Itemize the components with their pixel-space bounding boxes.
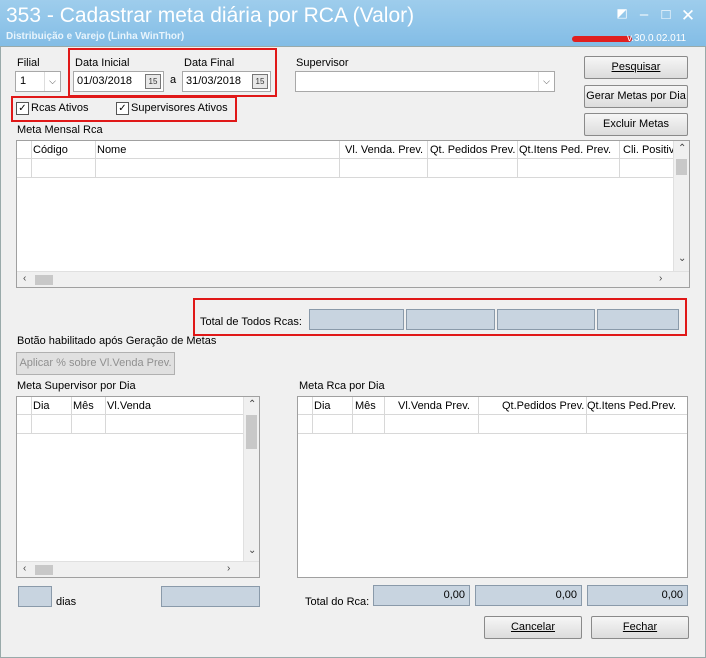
horizontal-scrollbar[interactable]: ‹ › bbox=[17, 271, 689, 287]
supervisores-ativos-checkbox[interactable]: ✓ bbox=[116, 102, 129, 115]
supervisor-label: Supervisor bbox=[296, 57, 349, 69]
cancelar-label: Cancelar bbox=[510, 621, 556, 633]
supervisor-select[interactable]: ⌵ bbox=[295, 71, 555, 92]
col-qt-itens[interactable]: Qt.Itens Ped. Prev. bbox=[519, 144, 617, 156]
total-rca-label: Total do Rca: bbox=[305, 596, 370, 608]
col-qt-pedidos[interactable]: Qt. Pedidos Prev. bbox=[430, 144, 516, 156]
horizontal-scrollbar[interactable]: ‹ › bbox=[17, 561, 259, 577]
scroll-thumb[interactable] bbox=[35, 275, 53, 285]
scroll-down-icon[interactable]: ⌄ bbox=[248, 545, 256, 556]
data-inicial-value: 01/03/2018 bbox=[77, 75, 133, 87]
col-vl-venda[interactable]: Vl.Venda Prev. bbox=[398, 400, 470, 412]
gerar-metas-button[interactable]: Gerar Metas por Dia bbox=[584, 85, 688, 108]
minimize-icon[interactable]: – bbox=[634, 6, 654, 23]
excluir-metas-button[interactable]: Excluir Metas bbox=[584, 113, 688, 136]
scroll-up-icon[interactable]: ⌃ bbox=[678, 143, 686, 154]
gerar-label: Gerar Metas por Dia bbox=[586, 90, 686, 102]
aplicar-percent-button[interactable]: Aplicar % sobre Vl.Venda Prev. bbox=[16, 352, 175, 375]
total-rca-value: 0,00 bbox=[443, 589, 465, 601]
aplicar-label: Aplicar % sobre Vl.Venda Prev. bbox=[19, 357, 172, 369]
filial-value: 1 bbox=[20, 75, 27, 87]
scroll-thumb[interactable] bbox=[35, 565, 53, 575]
meta-rca-grid[interactable]: Dia Mês Vl.Venda Prev. Qt.Pedidos Prev. … bbox=[297, 396, 688, 578]
grid-header: Código Nome Vl. Venda. Prev. Qt. Pedidos… bbox=[17, 141, 673, 159]
vertical-scrollbar[interactable]: ⌃ ⌄ bbox=[243, 397, 259, 561]
sup-total-field bbox=[161, 586, 260, 607]
total-field bbox=[309, 309, 404, 330]
grid-header: Dia Mês Vl.Venda bbox=[17, 397, 243, 415]
rcas-ativos-label: Rcas Ativos bbox=[31, 102, 89, 114]
dias-label: dias bbox=[56, 596, 77, 608]
chevron-down-icon: ⌵ bbox=[44, 72, 60, 91]
grid-header: Dia Mês Vl.Venda Prev. Qt.Pedidos Prev. … bbox=[298, 397, 687, 415]
total-todos-label: Total de Todos Rcas: bbox=[200, 316, 302, 328]
maximize-icon[interactable]: □ bbox=[656, 6, 676, 23]
data-final-label: Data Final bbox=[184, 57, 235, 69]
col-cli-positiv[interactable]: Cli. Positiv bbox=[623, 144, 673, 156]
scroll-up-icon[interactable]: ⌃ bbox=[248, 399, 256, 410]
col-qt-pedidos[interactable]: Qt.Pedidos Prev. bbox=[502, 400, 584, 412]
supervisores-ativos-label: Supervisores Ativos bbox=[131, 102, 228, 114]
col-mes[interactable]: Mês bbox=[355, 400, 376, 412]
version-label: v.30.0.02.011 bbox=[627, 33, 687, 44]
fechar-button[interactable]: Fechar bbox=[591, 616, 689, 639]
data-final-value: 31/03/2018 bbox=[186, 75, 242, 87]
meta-rca-title: Meta Rca por Dia bbox=[299, 380, 385, 392]
filial-label: Filial bbox=[17, 57, 40, 69]
total-rca-field: 0,00 bbox=[373, 585, 470, 606]
close-icon[interactable]: ✕ bbox=[678, 6, 698, 26]
chevron-down-icon: ⌵ bbox=[538, 72, 554, 91]
meta-mensal-grid[interactable]: Código Nome Vl. Venda. Prev. Qt. Pedidos… bbox=[16, 140, 690, 288]
total-rca-field: 0,00 bbox=[475, 585, 582, 606]
date-range-separator: a bbox=[170, 74, 177, 86]
scroll-left-icon[interactable]: ‹ bbox=[23, 563, 26, 574]
data-final-field[interactable]: 31/03/2018 15 bbox=[182, 71, 271, 92]
col-mes[interactable]: Mês bbox=[73, 400, 94, 412]
pesquisar-label: Pesquisar bbox=[611, 61, 661, 73]
scroll-right-icon[interactable]: › bbox=[659, 273, 662, 284]
scroll-thumb[interactable] bbox=[246, 415, 257, 449]
col-qt-itens[interactable]: Qt.Itens Ped.Prev. bbox=[587, 400, 687, 412]
meta-sup-grid[interactable]: Dia Mês Vl.Venda ⌃ ⌄ ‹ › bbox=[16, 396, 260, 578]
total-field bbox=[406, 309, 495, 330]
scroll-thumb[interactable] bbox=[676, 159, 687, 175]
scroll-right-icon[interactable]: › bbox=[227, 563, 230, 574]
vertical-scrollbar[interactable]: ⌃ ⌄ bbox=[673, 141, 689, 271]
scroll-down-icon[interactable]: ⌄ bbox=[678, 253, 686, 264]
help-icon[interactable]: ◩ bbox=[612, 6, 632, 20]
col-vl-venda[interactable]: Vl.Venda bbox=[107, 400, 151, 412]
meta-sup-title: Meta Supervisor por Dia bbox=[17, 380, 136, 392]
filial-select[interactable]: 1 ⌵ bbox=[15, 71, 61, 92]
cancelar-button[interactable]: Cancelar bbox=[484, 616, 582, 639]
window-title: 353 - Cadastrar meta diária por RCA (Val… bbox=[6, 4, 415, 27]
total-rca-value: 0,00 bbox=[555, 589, 577, 601]
col-codigo[interactable]: Código bbox=[33, 144, 68, 156]
calendar-icon[interactable]: 15 bbox=[145, 74, 161, 89]
col-nome[interactable]: Nome bbox=[97, 144, 126, 156]
excluir-label: Excluir Metas bbox=[602, 118, 670, 130]
window-subtitle: Distribuição e Varejo (Linha WinThor) bbox=[6, 31, 185, 42]
total-field bbox=[597, 309, 679, 330]
redaction-mark bbox=[572, 36, 632, 42]
col-dia[interactable]: Dia bbox=[314, 400, 331, 412]
pesquisar-button[interactable]: Pesquisar bbox=[584, 56, 688, 79]
scroll-left-icon[interactable]: ‹ bbox=[23, 273, 26, 284]
col-dia[interactable]: Dia bbox=[33, 400, 50, 412]
fechar-label: Fechar bbox=[622, 621, 658, 633]
total-rca-value: 0,00 bbox=[661, 589, 683, 601]
meta-mensal-title: Meta Mensal Rca bbox=[17, 124, 103, 136]
calendar-icon[interactable]: 15 bbox=[252, 74, 268, 89]
dias-field[interactable] bbox=[18, 586, 52, 607]
rcas-ativos-checkbox[interactable]: ✓ bbox=[16, 102, 29, 115]
col-vl-venda[interactable]: Vl. Venda. Prev. bbox=[345, 144, 423, 156]
data-inicial-field[interactable]: 01/03/2018 15 bbox=[73, 71, 164, 92]
total-field bbox=[497, 309, 595, 330]
botao-info-label: Botão habilitado após Geração de Metas bbox=[17, 335, 217, 347]
data-inicial-label: Data Inicial bbox=[75, 57, 130, 69]
total-rca-field: 0,00 bbox=[587, 585, 688, 606]
